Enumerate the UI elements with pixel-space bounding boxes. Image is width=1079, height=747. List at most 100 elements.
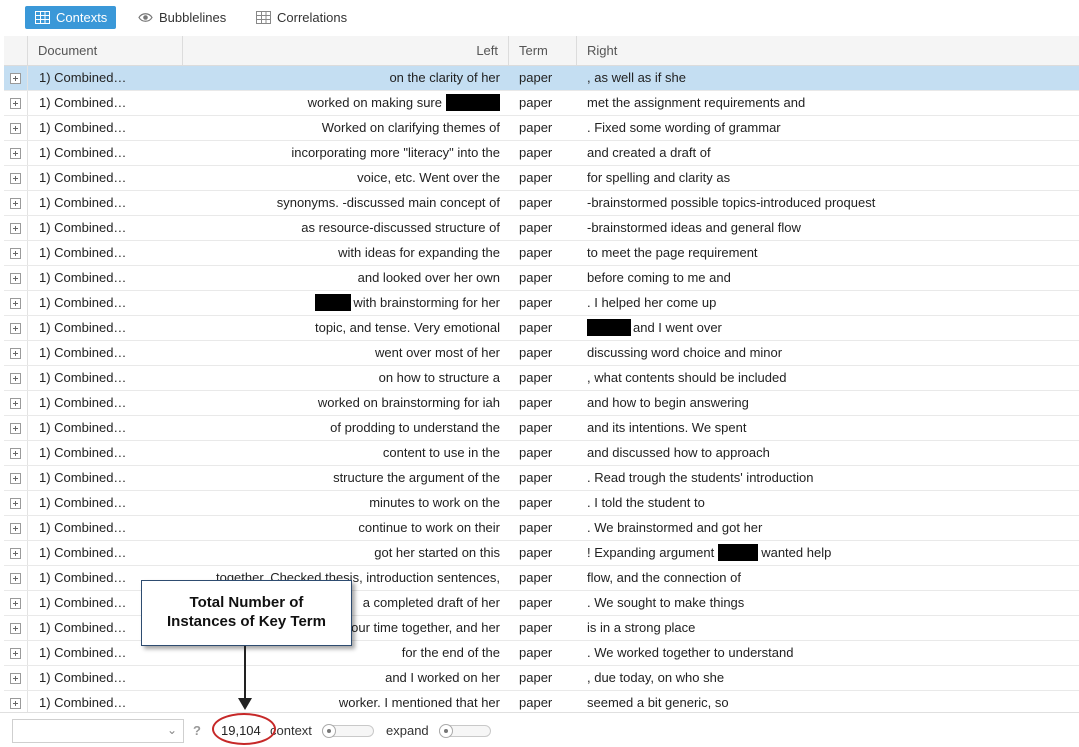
expand-plus-icon[interactable] bbox=[10, 298, 21, 309]
expand-slider-handle[interactable] bbox=[439, 724, 453, 738]
right-context-cell-text: flow, and the connection of bbox=[587, 570, 741, 585]
table-row[interactable]: 1) Combined… worker. I mentioned that her… bbox=[4, 691, 1079, 712]
table-row[interactable]: 1) Combined… worked on making sure paper me… bbox=[4, 91, 1079, 116]
document-cell-text: 1) Combined… bbox=[39, 695, 127, 710]
expand-plus-icon[interactable] bbox=[10, 223, 21, 234]
expand-plus-icon[interactable] bbox=[10, 623, 21, 634]
help-icon[interactable]: ? bbox=[193, 723, 201, 738]
expand-plus-icon[interactable] bbox=[10, 173, 21, 184]
table-row[interactable]: 1) Combined… with brainstorming for her pa… bbox=[4, 291, 1079, 316]
redaction-box bbox=[718, 544, 759, 561]
expand-plus-icon[interactable] bbox=[10, 148, 21, 159]
table-row[interactable]: 1) Combined… structure the argument of th… bbox=[4, 466, 1079, 491]
expand-plus-icon[interactable] bbox=[10, 523, 21, 534]
tab-correlations[interactable]: Correlations bbox=[246, 6, 356, 29]
right-context-cell: , due today, on who she bbox=[587, 666, 1077, 690]
table-row[interactable]: 1) Combined… continue to work on their pap… bbox=[4, 516, 1079, 541]
term-cell-text: paper bbox=[519, 220, 553, 235]
expand-plus-icon[interactable] bbox=[10, 698, 21, 709]
table-row[interactable]: 1) Combined… with ideas for expanding the… bbox=[4, 241, 1079, 266]
term-cell-text: paper bbox=[519, 70, 553, 85]
left-context-cell: worked on brainstorming for iah bbox=[183, 391, 500, 415]
expand-plus-icon[interactable] bbox=[10, 448, 21, 459]
expand-plus-icon[interactable] bbox=[10, 98, 21, 109]
table-row[interactable]: 1) Combined… content to use in the paper an… bbox=[4, 441, 1079, 466]
right-context-cell: , what contents should be included bbox=[587, 366, 1077, 390]
tab-bubblelines[interactable]: Bubblelines bbox=[128, 6, 235, 29]
expand-plus-icon[interactable] bbox=[10, 423, 21, 434]
expand-plus-icon[interactable] bbox=[10, 673, 21, 684]
expand-plus-icon[interactable] bbox=[10, 498, 21, 509]
term-cell: paper bbox=[519, 116, 574, 140]
right-context-cell: met the assignment requirements and bbox=[587, 91, 1077, 115]
document-cell: 1) Combined… bbox=[39, 391, 179, 415]
expand-plus-icon[interactable] bbox=[10, 248, 21, 259]
left-context-cell-text: got her started on this bbox=[374, 545, 500, 560]
expand-plus-icon[interactable] bbox=[10, 373, 21, 384]
left-context-cell: Worked on clarifying themes of bbox=[183, 116, 500, 140]
right-context-cell: is in a strong place bbox=[587, 616, 1077, 640]
expand-plus-icon[interactable] bbox=[10, 323, 21, 334]
table-row[interactable]: 1) Combined… of prodding to understand th… bbox=[4, 416, 1079, 441]
left-context-cell: voice, etc. Went over the bbox=[183, 166, 500, 190]
document-cell: 1) Combined… bbox=[39, 541, 179, 565]
expand-plus-icon[interactable] bbox=[10, 273, 21, 284]
left-context-cell: content to use in the bbox=[183, 441, 500, 465]
expand-plus-icon[interactable] bbox=[10, 598, 21, 609]
document-cell-text: 1) Combined… bbox=[39, 295, 127, 310]
header-left[interactable]: Left bbox=[183, 36, 509, 66]
header-document[interactable]: Document bbox=[28, 36, 183, 66]
expand-plus-icon[interactable] bbox=[10, 473, 21, 484]
expand-plus-icon[interactable] bbox=[10, 348, 21, 359]
table-row[interactable]: 1) Combined… as resource-discussed struct… bbox=[4, 216, 1079, 241]
table-row[interactable]: 1) Combined… incorporating more "literacy… bbox=[4, 141, 1079, 166]
term-cell-text: paper bbox=[519, 670, 553, 685]
table-row[interactable]: 1) Combined… minutes to work on the paper.… bbox=[4, 491, 1079, 516]
header-term[interactable]: Term bbox=[509, 36, 577, 66]
tab-contexts[interactable]: Contexts bbox=[25, 6, 117, 29]
expand-label: expand bbox=[386, 723, 429, 738]
table-row[interactable]: 1) Combined… on the clarity of her paper , … bbox=[4, 66, 1079, 91]
expand-slider[interactable] bbox=[439, 724, 491, 738]
table-row[interactable]: 1) Combined… got her started on this paper… bbox=[4, 541, 1079, 566]
context-slider-handle[interactable] bbox=[322, 724, 336, 738]
header-right[interactable]: Right bbox=[577, 36, 1079, 66]
redaction-box bbox=[446, 94, 500, 111]
expand-plus-icon[interactable] bbox=[10, 548, 21, 559]
right-context-cell-text: discussing word choice and minor bbox=[587, 345, 783, 360]
expand-plus-icon[interactable] bbox=[10, 398, 21, 409]
right-context-cell-text: . I told the student to bbox=[587, 495, 705, 510]
table-row[interactable]: 1) Combined… and looked over her own paper… bbox=[4, 266, 1079, 291]
expand-plus-icon[interactable] bbox=[10, 198, 21, 209]
expand-plus-icon[interactable] bbox=[10, 573, 21, 584]
document-select[interactable]: ⌄ bbox=[12, 719, 184, 743]
row-expander-cell bbox=[4, 491, 28, 515]
table-row[interactable]: 1) Combined… Worked on clarifying themes … bbox=[4, 116, 1079, 141]
table-row[interactable]: 1) Combined… on how to structure a paper , … bbox=[4, 366, 1079, 391]
context-slider[interactable] bbox=[322, 724, 374, 738]
right-context-cell: for spelling and clarity as bbox=[587, 166, 1077, 190]
expand-plus-icon[interactable] bbox=[10, 73, 21, 84]
document-cell-text: 1) Combined… bbox=[39, 345, 127, 360]
term-cell: paper bbox=[519, 491, 574, 515]
document-cell: 1) Combined… bbox=[39, 191, 179, 215]
table-row[interactable]: 1) Combined… went over most of her paper di… bbox=[4, 341, 1079, 366]
table-row[interactable]: 1) Combined… worked on brainstorming for … bbox=[4, 391, 1079, 416]
term-cell-text: paper bbox=[519, 120, 553, 135]
expand-plus-icon[interactable] bbox=[10, 648, 21, 659]
document-cell: 1) Combined… bbox=[39, 666, 179, 690]
expand-plus-icon[interactable] bbox=[10, 123, 21, 134]
context-label: context bbox=[270, 723, 312, 738]
table-row[interactable]: 1) Combined… topic, and tense. Very emoti… bbox=[4, 316, 1079, 341]
left-context-cell: with ideas for expanding the bbox=[183, 241, 500, 265]
term-cell-text: paper bbox=[519, 470, 553, 485]
term-cell: paper bbox=[519, 541, 574, 565]
document-cell: 1) Combined… bbox=[39, 141, 179, 165]
table-row[interactable]: 1) Combined… synonyms. -discussed main co… bbox=[4, 191, 1079, 216]
right-context-cell: seemed a bit generic, so bbox=[587, 691, 1077, 712]
table-row[interactable]: 1) Combined… and I worked on her paper , du… bbox=[4, 666, 1079, 691]
document-cell: 1) Combined… bbox=[39, 66, 179, 90]
table-row[interactable]: 1) Combined… voice, etc. Went over the pap… bbox=[4, 166, 1079, 191]
left-context-cell-text: minutes to work on the bbox=[369, 495, 500, 510]
row-expander-cell bbox=[4, 116, 28, 140]
